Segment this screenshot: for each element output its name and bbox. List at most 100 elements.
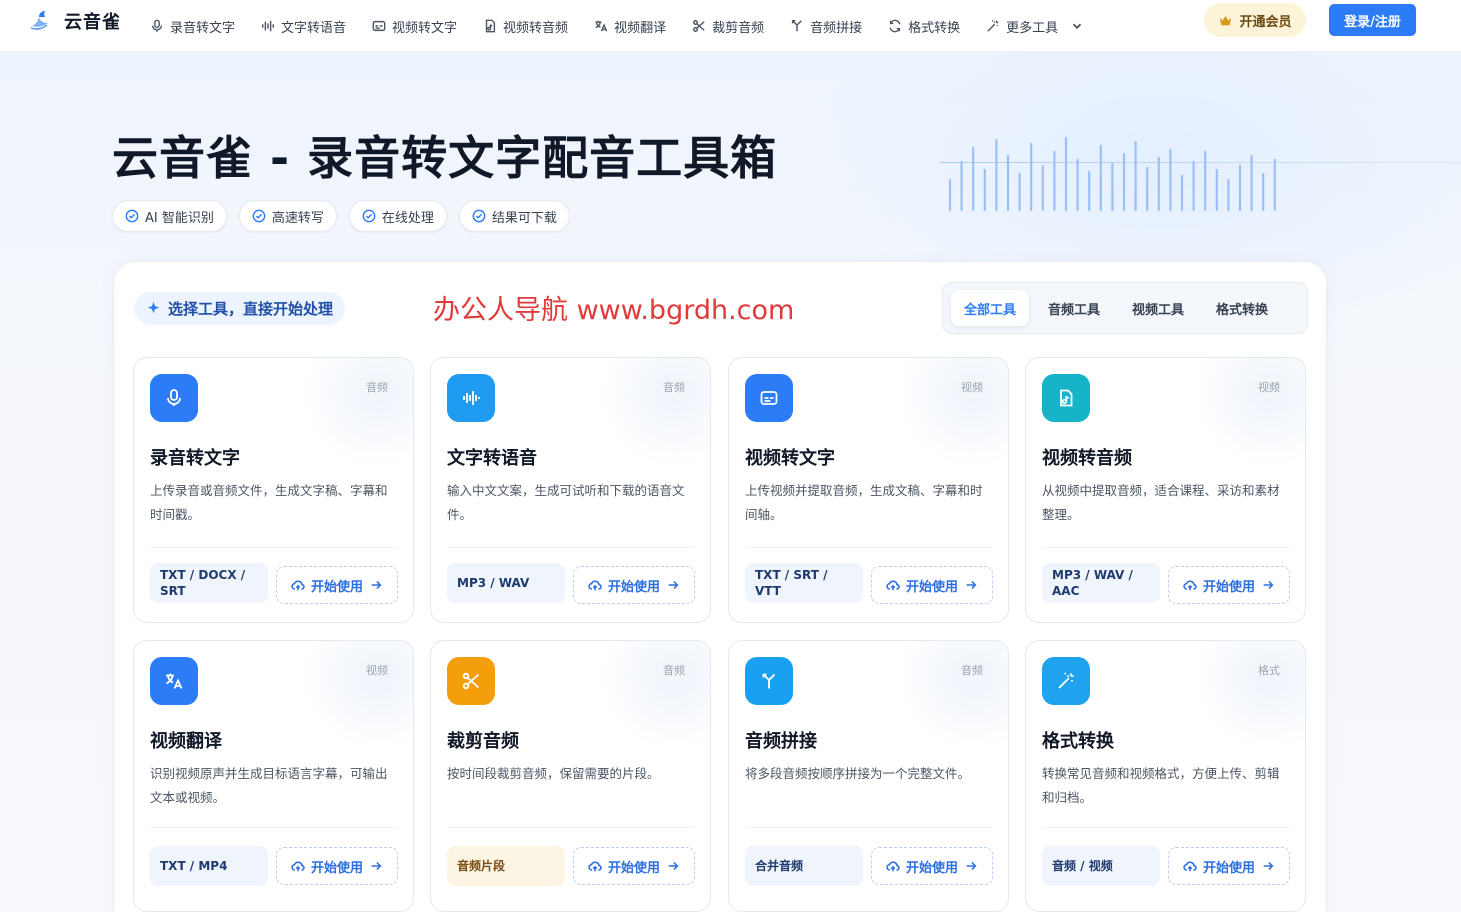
format-tag: MP3 / WAV / AAC <box>1042 563 1160 603</box>
arrow-right-icon <box>1263 861 1274 871</box>
start-button[interactable]: 开始使用 <box>1168 566 1290 604</box>
cloud-upload-icon <box>1183 580 1197 591</box>
start-button[interactable]: 开始使用 <box>1168 847 1290 885</box>
login-button[interactable]: 登录/注册 <box>1329 4 1416 36</box>
top-nav: 云音雀 录音转文字 文字转语音 视频转文字 视频转音频 视频翻译 裁剪音频 音频… <box>0 0 1461 52</box>
file-audio-icon <box>485 19 496 33</box>
arrow-right-icon <box>1263 580 1274 590</box>
waveform-icon <box>463 391 480 405</box>
brand-name: 云音雀 <box>64 12 121 33</box>
start-button[interactable]: 开始使用 <box>276 566 398 604</box>
watermark-text: 办公人导航 www.bgrdh.com <box>433 295 795 326</box>
nav-item-record-to-text[interactable]: 录音转文字 <box>150 17 235 36</box>
magic-wand-icon-tile <box>1042 657 1090 705</box>
tab-all-tools[interactable]: 全部工具 <box>951 290 1030 326</box>
translate-icon <box>166 673 183 689</box>
tool-card[interactable]: 音频 文字转语音 输入中文文案，生成可试听和下载的语音文件。 MP3 / WAV 开始使… <box>430 357 711 623</box>
start-button[interactable]: 开始使用 <box>573 566 695 604</box>
subtitle-icon-tile <box>745 374 793 422</box>
check-circle-icon <box>472 209 486 223</box>
feature-pill: 在线处理 <box>348 200 447 232</box>
tab-format-convert[interactable]: 格式转换 <box>1203 290 1281 326</box>
category-badge: 音频 <box>359 376 395 398</box>
nav-item-text-to-speech[interactable]: 文字转语音 <box>261 17 346 36</box>
cloud-upload-icon <box>886 580 900 591</box>
category-badge: 视频 <box>359 659 395 681</box>
nav-item-trim-audio[interactable]: 裁剪音频 <box>692 17 764 36</box>
start-button-label: 开始使用 <box>607 860 660 876</box>
format-tag: TXT / MP4 <box>150 846 268 886</box>
nav-item-format-convert[interactable]: 格式转换 <box>888 17 960 36</box>
category-badge: 视频 <box>1251 376 1287 398</box>
feature-pills: AI 智能识别 高速转写 在线处理 结果可下载 <box>112 200 570 232</box>
nav-item-video-to-text[interactable]: 视频转文字 <box>372 17 457 36</box>
start-button-label: 开始使用 <box>607 579 660 595</box>
page-title: 云音雀 - 录音转文字配音工具箱 <box>112 131 778 185</box>
tab-audio-tools[interactable]: 音频工具 <box>1035 290 1113 326</box>
card-title: 裁剪音频 <box>447 731 519 752</box>
start-button[interactable]: 开始使用 <box>573 847 695 885</box>
sparkle-icon <box>147 301 160 314</box>
card-divider <box>1042 547 1290 548</box>
format-tag: 合并音频 <box>745 846 863 886</box>
nav-item-label: 音频拼接 <box>810 20 863 36</box>
tool-card[interactable]: 格式 格式转换 转换常见音频和视频格式，方便上传、剪辑和归档。 音频 / 视频 开始使用 <box>1025 640 1306 912</box>
feature-pill: 结果可下载 <box>458 200 570 232</box>
waveform-icon-tile <box>447 374 495 422</box>
start-button[interactable]: 开始使用 <box>871 847 993 885</box>
vip-button[interactable]: 开通会员 <box>1204 3 1306 37</box>
card-title: 文字转语音 <box>447 448 537 469</box>
tool-card[interactable]: 音频 音频拼接 将多段音频按顺序拼接为一个完整文件。 合并音频 开始使用 <box>728 640 1009 912</box>
mic-icon-tile <box>150 374 198 422</box>
tab-video-tools[interactable]: 视频工具 <box>1119 290 1197 326</box>
start-button[interactable]: 开始使用 <box>871 566 993 604</box>
category-badge: 视频 <box>954 376 990 398</box>
subtitle-icon <box>760 391 778 405</box>
start-button-label: 开始使用 <box>1202 860 1255 876</box>
scissors-icon-tile <box>447 657 495 705</box>
chevron-down-icon <box>1072 23 1082 30</box>
start-button-label: 开始使用 <box>310 860 363 876</box>
tool-card[interactable]: 视频 视频翻译 识别视频原声并生成目标语言字幕，可输出文本或视频。 TXT / MP4… <box>133 640 414 912</box>
brand-logo[interactable]: 云音雀 <box>28 8 121 34</box>
arrow-right-icon <box>668 861 679 871</box>
vip-label: 开通会员 <box>1239 14 1292 30</box>
nav-item-video-translate[interactable]: 视频翻译 <box>594 17 666 36</box>
tool-card[interactable]: 音频 录音转文字 上传录音或音频文件，生成文字稿、字幕和时间戳。 TXT / DOCX… <box>133 357 414 623</box>
translate-icon <box>595 20 608 32</box>
start-button[interactable]: 开始使用 <box>276 847 398 885</box>
cloud-upload-icon <box>588 861 602 872</box>
tool-card[interactable]: 音频 裁剪音频 按时间段裁剪音频，保留需要的片段。 音频片段 开始使用 <box>430 640 711 912</box>
sound-wave-decoration <box>948 136 1276 212</box>
feature-pill: 高速转写 <box>238 200 337 232</box>
format-tag: 音频 / 视频 <box>1042 846 1160 886</box>
nav-item-label: 录音转文字 <box>170 20 236 36</box>
arrow-right-icon <box>371 580 382 590</box>
tool-card[interactable]: 视频 视频转音频 从视频中提取音频，适合课程、采访和素材整理。 MP3 / WAV /… <box>1025 357 1306 623</box>
arrow-right-icon <box>668 580 679 590</box>
card-divider <box>150 547 398 548</box>
card-divider <box>745 547 993 548</box>
format-tag: 音频片段 <box>447 846 565 886</box>
file-audio-icon-tile <box>1042 374 1090 422</box>
card-title: 视频转音频 <box>1042 448 1132 469</box>
check-circle-icon <box>252 209 266 223</box>
nav-item-label: 视频翻译 <box>614 20 667 36</box>
nav-item-more-tools[interactable]: 更多工具 <box>986 17 1084 36</box>
start-button-label: 开始使用 <box>905 579 958 595</box>
nav-item-label: 文字转语音 <box>281 20 347 36</box>
tool-card[interactable]: 视频 视频转文字 上传视频并提取音频，生成文稿、字幕和时间轴。 TXT / SRT /… <box>728 357 1009 623</box>
card-description: 输入中文文案，生成可试听和下载的语音文件。 <box>447 483 685 522</box>
nav-item-video-to-audio[interactable]: 视频转音频 <box>483 17 568 36</box>
nav-item-merge-audio[interactable]: 音频拼接 <box>790 17 862 36</box>
select-tool-label: 选择工具，直接开始处理 <box>134 292 346 325</box>
card-description: 按时间段裁剪音频，保留需要的片段。 <box>447 766 660 781</box>
arrow-right-icon <box>966 861 977 871</box>
arrow-right-icon <box>371 861 382 871</box>
scissors-icon <box>462 672 480 690</box>
merge-icon-tile <box>745 657 793 705</box>
select-tool-text: 选择工具，直接开始处理 <box>168 300 334 318</box>
card-description: 上传视频并提取音频，生成文稿、字幕和时间轴。 <box>745 483 983 522</box>
mic-icon <box>167 389 181 406</box>
card-divider <box>447 827 695 828</box>
